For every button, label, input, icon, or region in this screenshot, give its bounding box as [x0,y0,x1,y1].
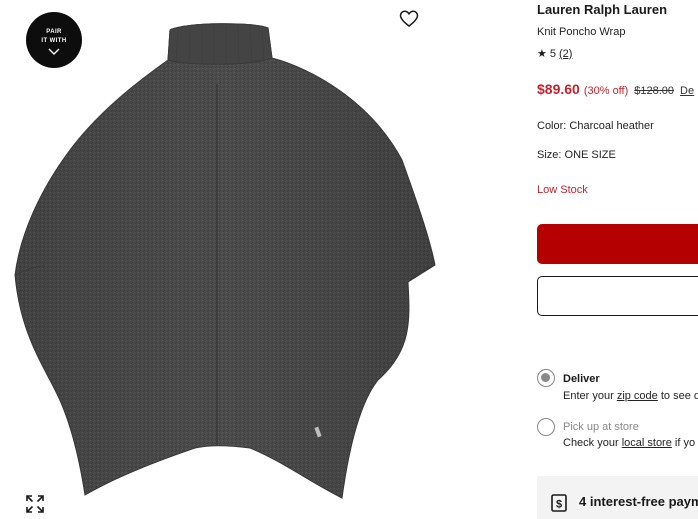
pickup-hint-suffix: if yo [671,437,696,449]
product-gallery: PAIR IT WITH [0,0,450,519]
color-value: Charcoal heather [569,120,654,132]
add-to-bag-button[interactable] [537,224,698,264]
secondary-action-button[interactable] [537,276,698,316]
pickup-radio[interactable] [537,418,555,436]
low-stock-badge: Low Stock [537,184,588,196]
star-icon: ★ [537,48,547,60]
discount-percent: (30% off) [583,85,629,97]
heart-icon[interactable] [399,9,419,29]
product-image[interactable] [10,20,440,505]
rating: ★ 5 (2) [537,47,572,61]
product-details: Lauren Ralph Lauren Knit Poncho Wrap ★ 5… [537,0,698,519]
deliver-option-hint: Enter your zip code to see d [563,390,698,402]
original-price: $128.00 [634,85,675,97]
dollar-card-icon: $ [551,494,567,512]
color-selection: Color: Charcoal heather [537,120,654,132]
price-row: $89.60 (30% off) $128.00 De [537,81,694,97]
installment-payment-banner[interactable]: $ 4 interest-free paym [537,476,698,519]
deliver-hint-suffix: to see d [657,390,698,402]
review-count-link[interactable]: (2) [559,48,572,60]
size-value: ONE SIZE [564,149,616,161]
product-name: Knit Poncho Wrap [537,26,626,38]
expand-icon[interactable] [25,494,45,514]
pickup-option-hint: Check your local store if yo [563,437,695,449]
pickup-option-label[interactable]: Pick up at store [563,421,639,433]
svg-text:$: $ [556,499,562,511]
pair-it-with-badge[interactable]: PAIR IT WITH [26,12,82,68]
price-details-link[interactable]: De [680,85,694,97]
size-selection: Size: ONE SIZE [537,149,616,161]
deliver-radio[interactable] [537,369,555,387]
sale-price: $89.60 [537,81,580,97]
local-store-link[interactable]: local store [622,437,672,449]
rating-value: 5 [549,47,556,60]
pickup-hint-prefix: Check your [563,437,622,449]
deliver-hint-prefix: Enter your [563,390,617,402]
zip-code-link[interactable]: zip code [617,390,658,402]
chevron-down-icon [48,48,60,55]
pair-it-with-label: PAIR IT WITH [41,29,67,44]
size-label: Size: [537,149,565,161]
installment-text: 4 interest-free paym [579,494,698,509]
brand-link[interactable]: Lauren Ralph Lauren [537,2,667,17]
color-label: Color: [537,120,570,132]
deliver-option-label[interactable]: Deliver [563,373,600,385]
